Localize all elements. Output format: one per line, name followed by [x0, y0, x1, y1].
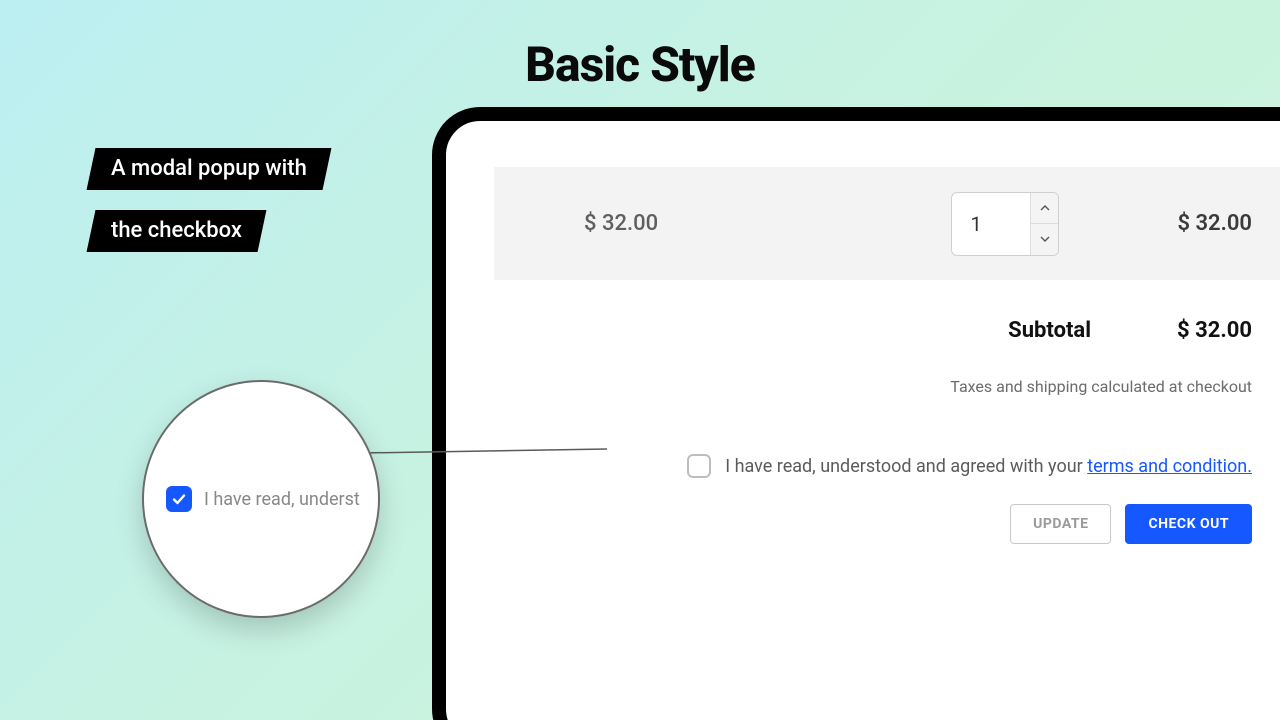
magnifier-detail: I have read, underst [142, 380, 380, 618]
terms-text: I have read, understood and agreed with … [725, 456, 1252, 477]
update-button[interactable]: UPDATE [1010, 504, 1111, 544]
tax-shipping-note: Taxes and shipping calculated at checkou… [494, 377, 1280, 396]
magnifier-text: I have read, underst [204, 489, 360, 510]
terms-checkbox-checked[interactable] [166, 486, 192, 512]
caption-tag-1-text: A modal popup with [111, 158, 307, 180]
unit-price: $ 32.00 [584, 211, 658, 236]
check-icon [171, 491, 187, 507]
subtotal-row: Subtotal $ 32.00 [494, 318, 1280, 343]
quantity-value[interactable]: 1 [952, 193, 1030, 255]
terms-agree-row: I have read, understood and agreed with … [494, 454, 1280, 478]
line-total: $ 32.00 [1177, 211, 1252, 236]
modal-popup: $ 32.00 1 $ 32.00 Subtotal $ 32.00 Taxes… [432, 107, 1280, 720]
chevron-up-icon [1040, 205, 1050, 211]
caption-tag-1: A modal popup with [87, 148, 332, 190]
page-title: Basic Style [0, 36, 1280, 93]
terms-checkbox[interactable] [687, 454, 711, 478]
action-buttons: UPDATE CHECK OUT [494, 504, 1280, 544]
quantity-stepper[interactable]: 1 [951, 192, 1059, 256]
subtotal-value: $ 32.00 [1177, 318, 1252, 343]
cart-line-item: $ 32.00 1 $ 32.00 [494, 167, 1280, 280]
quantity-increase-button[interactable] [1030, 193, 1058, 224]
caption-tag-2-text: the checkbox [111, 220, 242, 242]
quantity-decrease-button[interactable] [1030, 223, 1058, 255]
terms-text-prefix: I have read, understood and agreed with … [725, 456, 1087, 477]
caption-tag-2: the checkbox [87, 210, 267, 252]
chevron-down-icon [1040, 236, 1050, 242]
terms-link[interactable]: terms and condition. [1087, 456, 1252, 477]
subtotal-label: Subtotal [1008, 318, 1091, 343]
checkout-button[interactable]: CHECK OUT [1125, 504, 1252, 544]
